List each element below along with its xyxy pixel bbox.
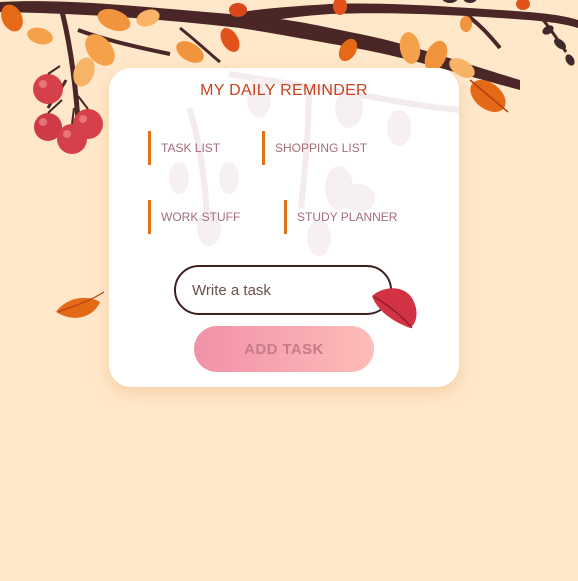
leaf-icon [338,38,358,62]
berries-icon [39,80,47,88]
page-title: MY DAILY REMINDER [200,82,368,99]
berries-icon [63,130,71,138]
branch-icon [46,79,68,109]
leaf-icon [460,16,472,32]
berries-icon [34,113,62,141]
task-input[interactable] [174,265,392,315]
leaf-icon [97,8,131,32]
leaf-icon [554,38,566,50]
branch-icon [57,3,81,121]
leaf-icon [542,25,554,35]
add-task-button[interactable]: ADD TASK [194,326,374,372]
leaf-icon [220,28,240,52]
leaf-icon [229,3,247,17]
berries-icon [33,74,63,104]
berries-icon [47,65,89,125]
category-study-planner[interactable]: STUDY PLANNER [284,200,397,234]
leaf-icon [85,34,115,66]
leaf-icon [136,9,160,27]
leaf-icon [470,79,506,113]
category-work-stuff[interactable]: WORK STUFF [148,200,240,234]
leaf-icon [27,27,53,45]
leaf-icon [56,297,100,318]
berries-icon [57,124,87,154]
berries-icon [73,109,103,139]
leaf-icon [73,57,95,87]
category-shopping-list[interactable]: SHOPPING LIST [262,131,367,165]
berries-icon [39,118,47,126]
branch-icon [538,15,568,53]
leaf-icon [399,32,421,64]
berries-icon [79,115,87,123]
leaf-icon [463,0,477,3]
leaf-icon [469,79,509,113]
leaf-icon [565,54,575,66]
leaf-icon [57,291,105,313]
reminder-card: MY DAILY REMINDER TASK LIST SHOPPING LIS… [109,68,459,387]
branch-icon [458,8,502,50]
branch-icon [179,26,221,64]
leaf-icon [333,0,347,15]
leaf-icon [516,0,530,10]
leaf-icon [176,41,204,63]
category-task-list[interactable]: TASK LIST [148,131,220,165]
leaf-icon [1,4,23,32]
branch-icon [77,28,171,56]
leaf-icon [442,0,458,3]
branch-icon [230,3,578,29]
